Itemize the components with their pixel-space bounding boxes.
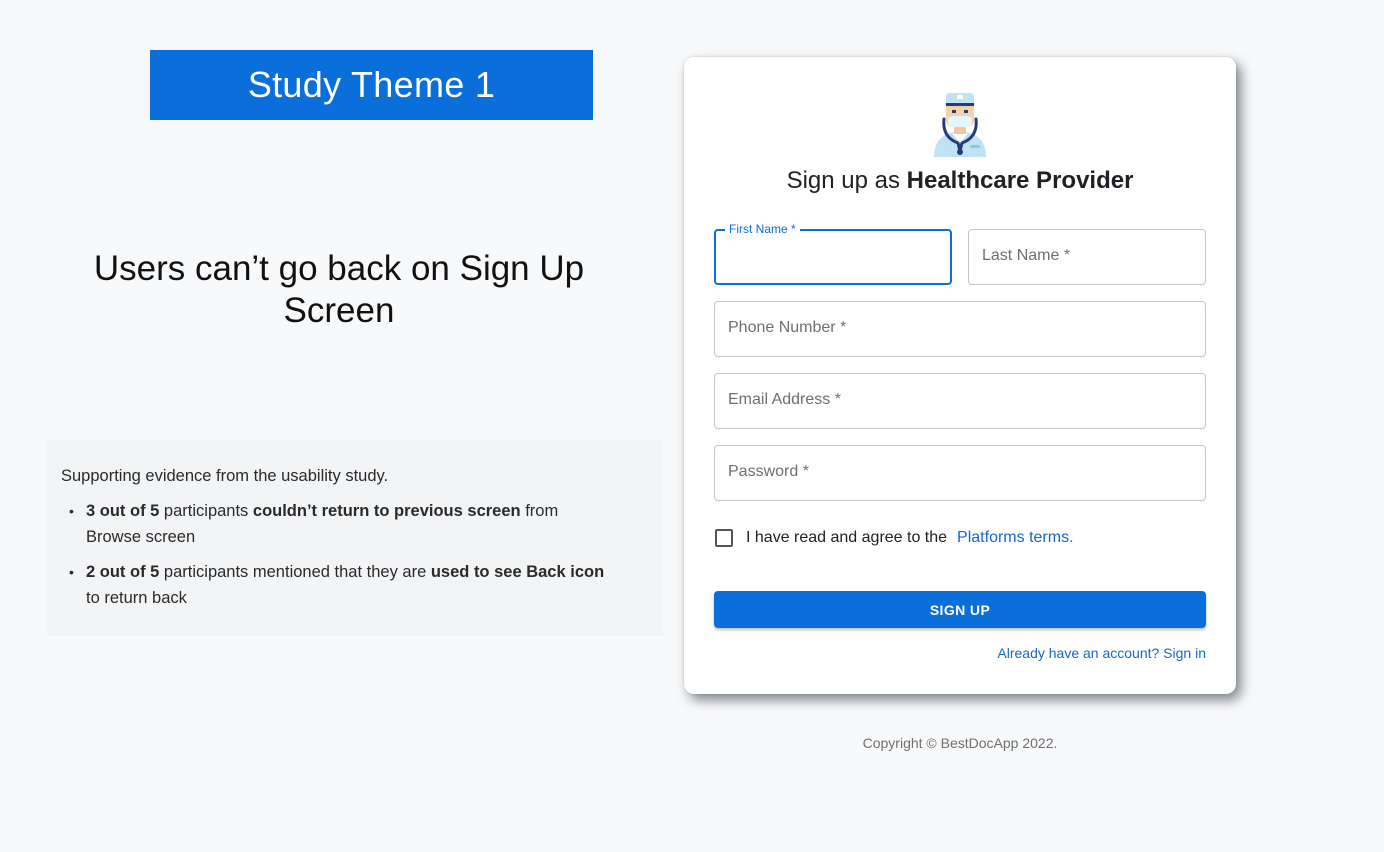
heading-role: Healthcare Provider [906,167,1134,194]
signup-card: Sign up as Healthcare Provider First Nam… [684,57,1236,694]
doctor-icon [934,93,986,157]
problem-title: Users can’t go back on Sign Up Screen [93,249,585,330]
evidence-text: participants mentioned that they are [159,563,431,581]
bullet: • [69,503,74,519]
evidence-item: • 3 out of 5 participants couldn’t retur… [61,499,611,550]
terms-checkbox[interactable] [715,529,733,547]
first-name-field[interactable]: First Name * [714,222,952,285]
terms-row: I have read and agree to the Platforms t… [715,527,1074,549]
evidence-box: Supporting evidence from the usability s… [47,440,663,636]
terms-link[interactable]: Platforms terms. [957,529,1073,547]
evidence-item: • 2 out of 5 participants mentioned that… [61,560,611,611]
last-name-label: Last Name * [982,247,1071,264]
email-address-label: Email Address * [728,391,841,408]
first-name-label: First Name * [725,222,800,236]
evidence-highlight: used to see Back icon [430,563,605,581]
heading-prefix: Sign up as [786,167,907,194]
sign-in-link[interactable]: Already have an account? Sign in [997,645,1206,661]
copyright: Copyright © BestDocApp 2022. [862,735,1058,751]
signup-heading: Sign up as Healthcare Provider [684,167,1236,195]
phone-number-field[interactable]: Phone Number * [714,301,1206,357]
evidence-intro: Supporting evidence from the usability s… [61,467,389,485]
evidence-count: 2 out of 5 [86,563,160,581]
terms-text: I have read and agree to the [746,529,948,546]
study-theme-banner: Study Theme 1 [150,50,593,120]
evidence-highlight: couldn’t return to previous screen [252,502,521,520]
phone-number-label: Phone Number * [728,319,847,336]
evidence-text: participants [159,502,253,520]
password-field[interactable]: Password * [714,445,1206,501]
evidence-count: 3 out of 5 [86,502,160,520]
sign-up-button[interactable]: SIGN UP [714,591,1206,628]
email-address-field[interactable]: Email Address * [714,373,1206,429]
evidence-text: to return back [86,588,187,607]
bullet: • [69,564,74,580]
last-name-field[interactable]: Last Name * [968,229,1206,285]
password-label: Password * [728,463,809,480]
evidence-list: • 3 out of 5 participants couldn’t retur… [61,499,649,611]
